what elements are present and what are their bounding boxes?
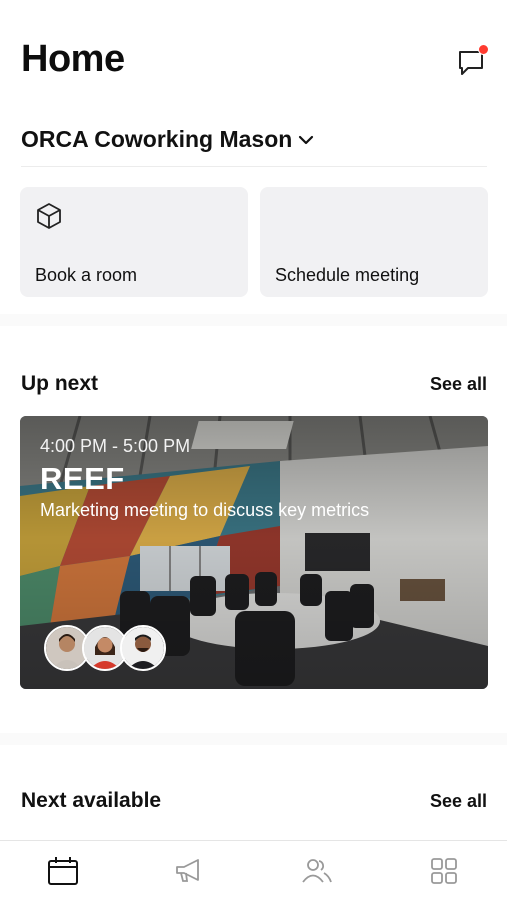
divider [21, 166, 487, 167]
meeting-room-name: REEF [40, 461, 125, 496]
calendar-icon [48, 856, 79, 885]
meeting-description: Marketing meeting to discuss key metrics [40, 500, 370, 520]
up-next-title: Up next [21, 372, 99, 395]
next-available-see-all-link[interactable]: See all [430, 791, 487, 812]
location-selector[interactable]: ORCA Coworking Mason [21, 126, 314, 153]
chevron-down-icon [299, 135, 314, 144]
messages-button[interactable] [457, 44, 489, 76]
location-name: ORCA Coworking Mason [21, 126, 293, 152]
tab-calendar[interactable] [0, 841, 127, 900]
avatar [120, 625, 166, 671]
next-available-header: Next available See all [21, 789, 487, 813]
next-available-title: Next available [21, 789, 162, 812]
cube-icon [37, 203, 61, 229]
notification-dot [478, 44, 489, 55]
meeting-time: 4:00 PM - 5:00 PM [40, 436, 191, 456]
tab-bar [0, 840, 507, 900]
tab-announcements[interactable] [127, 841, 254, 900]
grid-icon [430, 857, 457, 884]
tab-more[interactable] [380, 841, 507, 900]
tab-people[interactable] [254, 841, 381, 900]
up-next-header: Up next See all [21, 372, 487, 396]
attendee-avatars [44, 625, 166, 673]
book-room-label: Book a room [35, 265, 138, 285]
meeting-card[interactable]: 4:00 PM - 5:00 PM REEF Marketing meeting… [20, 416, 488, 689]
schedule-meeting-label: Schedule meeting [275, 265, 420, 285]
book-room-tile[interactable]: Book a room [20, 187, 248, 297]
up-next-see-all-link[interactable]: See all [430, 374, 487, 395]
megaphone-icon [176, 858, 200, 882]
section-separator [0, 314, 507, 326]
page-title: Home [21, 38, 125, 80]
schedule-meeting-tile[interactable]: Schedule meeting [260, 187, 488, 297]
people-icon [302, 858, 332, 883]
section-separator [0, 733, 507, 745]
header: Home [21, 38, 489, 88]
